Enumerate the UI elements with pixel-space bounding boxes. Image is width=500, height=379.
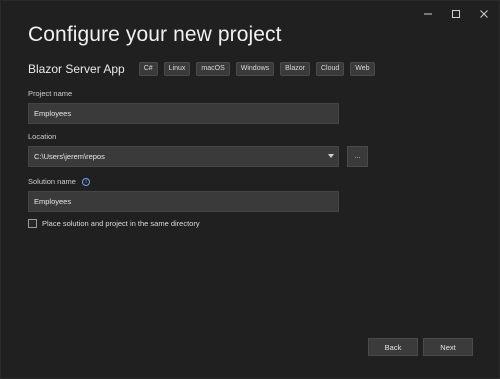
back-button[interactable]: Back xyxy=(368,338,418,356)
chevron-down-icon[interactable] xyxy=(328,154,334,158)
same-directory-checkbox[interactable] xyxy=(28,219,37,228)
location-dropdown[interactable]: C:\Users\jerem\repos xyxy=(28,146,339,167)
tag-csharp: C# xyxy=(138,62,158,76)
minimize-icon[interactable] xyxy=(421,7,435,21)
tag-blazor: Blazor xyxy=(280,62,310,76)
tag-linux: Linux xyxy=(163,62,191,76)
same-directory-option: Place solution and project in the same d… xyxy=(28,219,200,228)
solution-name-value: Employees xyxy=(34,197,72,206)
page-title: Configure your new project xyxy=(28,23,282,46)
project-name-input[interactable]: Employees xyxy=(28,103,339,124)
tag-windows: Windows xyxy=(235,62,275,76)
tag-web: Web xyxy=(350,62,375,76)
solution-name-input[interactable]: Employees xyxy=(28,191,339,212)
template-info: Blazor Server App C# Linux macOS Windows… xyxy=(28,62,375,76)
window-controls xyxy=(421,7,491,21)
info-icon[interactable]: i xyxy=(82,178,91,187)
project-name-label: Project name xyxy=(28,89,73,98)
solution-name-label: Solution name xyxy=(28,177,76,186)
close-icon[interactable] xyxy=(477,7,491,21)
template-name: Blazor Server App xyxy=(28,62,125,76)
browse-button[interactable]: ... xyxy=(347,146,368,167)
location-label: Location xyxy=(28,132,57,141)
configure-project-window: Configure your new project Blazor Server… xyxy=(0,0,500,379)
location-value: C:\Users\jerem\repos xyxy=(34,152,105,161)
project-name-value: Employees xyxy=(34,109,72,118)
tag-cloud: Cloud xyxy=(316,62,345,76)
tag-macos: macOS xyxy=(196,62,230,76)
solution-name-label-row: Solution name i xyxy=(28,177,91,187)
next-button[interactable]: Next xyxy=(423,338,473,356)
maximize-icon[interactable] xyxy=(449,7,463,21)
same-directory-label[interactable]: Place solution and project in the same d… xyxy=(42,219,200,228)
